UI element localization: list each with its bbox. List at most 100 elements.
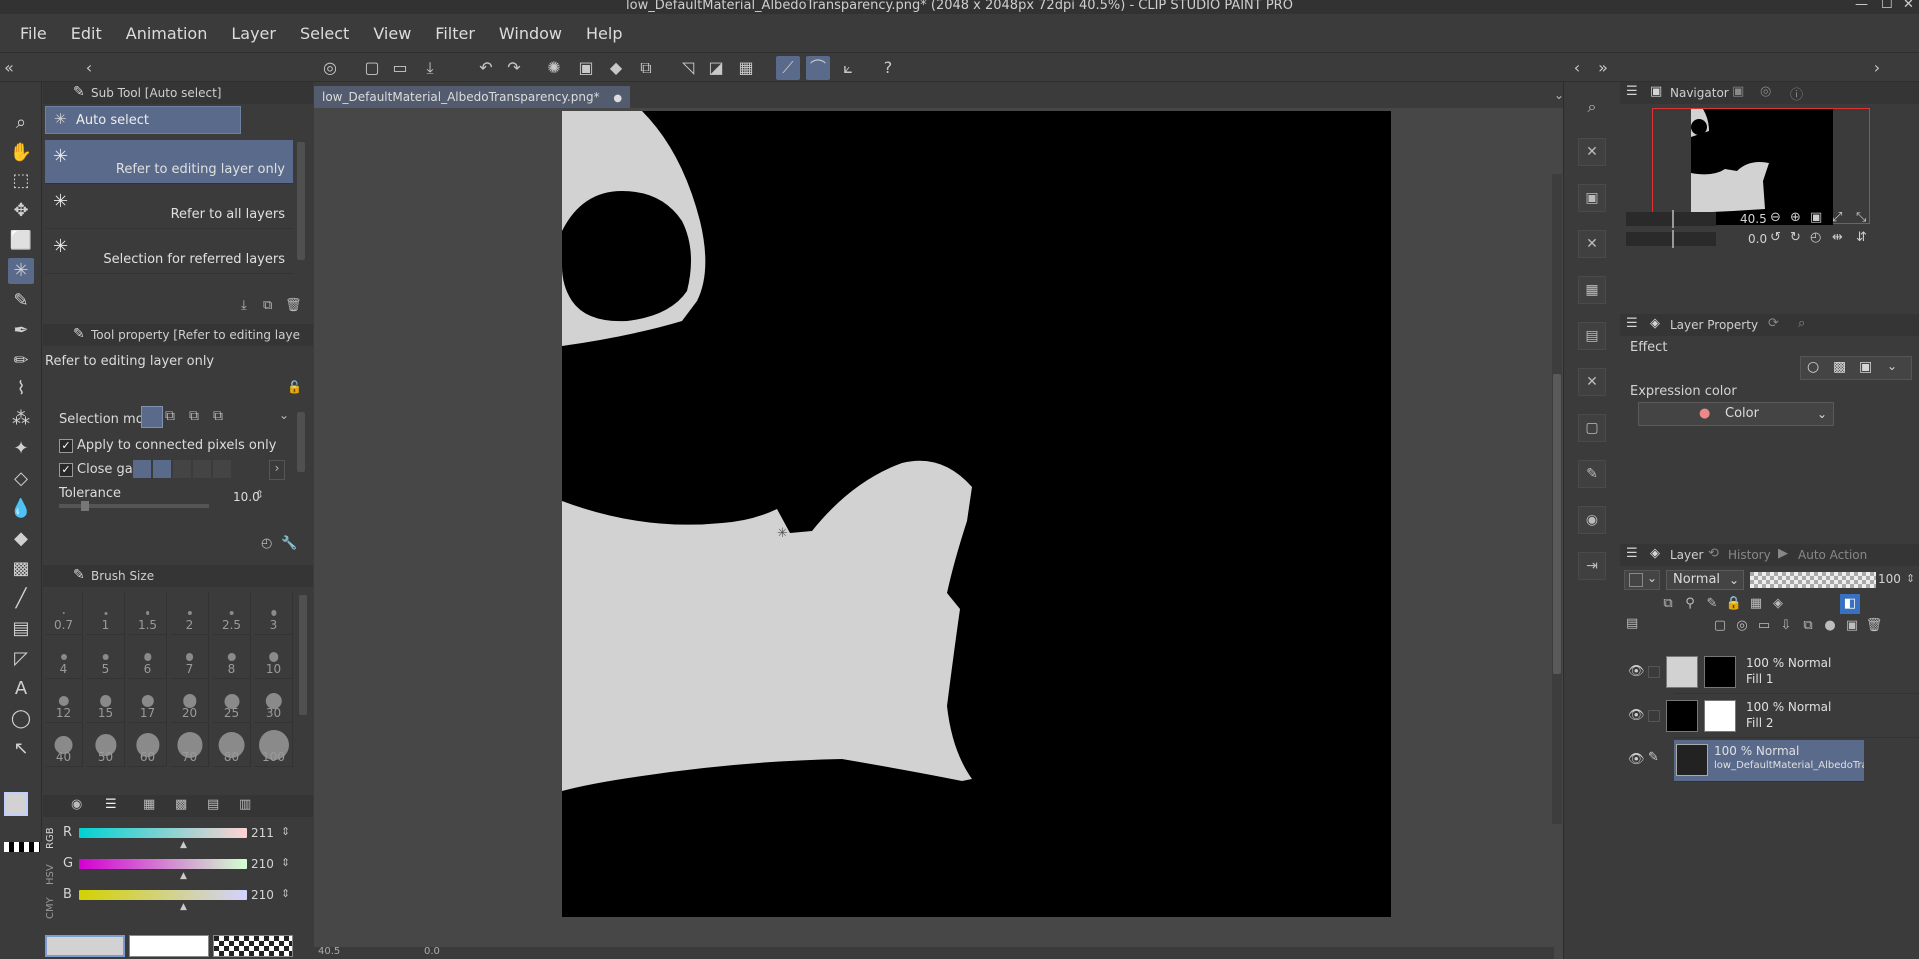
chevron-left-icon[interactable]: ‹	[82, 56, 96, 80]
material-image-icon[interactable]: ▤	[1578, 322, 1606, 350]
brush-size-preset[interactable]: 20	[171, 679, 209, 723]
operation-tool-icon[interactable]: ⬚	[8, 168, 34, 194]
sub-color-chip[interactable]	[129, 935, 209, 957]
balloon-tool-icon[interactable]: ◯	[8, 706, 34, 732]
menu-icon[interactable]: ☰	[1626, 84, 1638, 99]
rgb-tab[interactable]: RGB	[45, 827, 56, 849]
navigator-title[interactable]: Navigator	[1670, 86, 1729, 100]
sub-tool-item[interactable]: ✳ Refer to all layers	[45, 185, 293, 229]
brush-size-preset[interactable]: 80	[213, 723, 251, 767]
opacity-slider[interactable]	[1750, 572, 1876, 588]
brush-size-preset[interactable]: 50	[87, 723, 125, 767]
intermediate-color-tab-icon[interactable]: ▩	[175, 797, 187, 812]
flip-vertical-icon[interactable]: ⇵	[1856, 230, 1867, 245]
navigator-rotate-value[interactable]: 0.0	[1748, 232, 1767, 246]
reset-rotation-icon[interactable]: ◴	[1810, 230, 1821, 245]
eraser-tool-icon[interactable]: ◇	[8, 466, 34, 492]
vertical-scrollbar[interactable]	[1552, 174, 1562, 824]
menu-filter[interactable]: Filter	[423, 24, 487, 43]
g-slider-marker[interactable]: ▲	[180, 871, 187, 881]
new-folder-icon[interactable]: ▭	[1754, 616, 1774, 636]
approx-color-tab-icon[interactable]: ▤	[207, 797, 219, 812]
brush-size-preset[interactable]: 4	[45, 635, 83, 679]
material-manga-icon[interactable]: ✕	[1578, 368, 1606, 396]
layer-color-palette-icon[interactable]: ◧	[1840, 594, 1860, 614]
snap-special-icon[interactable]: ◪	[704, 56, 728, 80]
actual-size-icon[interactable]: ▣	[1810, 210, 1822, 225]
brush-size-preset[interactable]: 100	[255, 723, 293, 767]
sub-tool-scrollbar[interactable]	[297, 142, 305, 260]
enable-mask-icon[interactable]: ◈	[1768, 594, 1788, 614]
transform-icon[interactable]: ⧉	[634, 56, 658, 80]
copy-sub-tool-icon[interactable]: ⧉	[263, 298, 272, 313]
close-gap-checkbox[interactable]: ✓	[59, 462, 73, 477]
zoom-status[interactable]: 40.5	[318, 946, 340, 957]
b-slider-marker[interactable]: ▲	[180, 902, 187, 912]
spin-icon[interactable]: ⇕	[281, 825, 290, 838]
pen-tool-icon[interactable]: ✒	[8, 318, 34, 344]
reference-layer-icon[interactable]: ⚲	[1680, 594, 1700, 614]
rotate-left-icon[interactable]: ↺	[1770, 230, 1781, 245]
brush-size-preset[interactable]: 10	[255, 635, 293, 679]
save-icon[interactable]: ⤓	[418, 56, 442, 80]
transfer-lower-icon[interactable]: ⇩	[1776, 616, 1796, 636]
document-tab[interactable]: low_DefaultMaterial_AlbedoTransparency.p…	[314, 86, 631, 108]
blend-mode-select[interactable]: Normal ⌄	[1666, 570, 1744, 590]
new-vector-layer-icon[interactable]: ◎	[1732, 616, 1752, 636]
material-pattern-icon[interactable]: ▦	[1578, 276, 1606, 304]
minimize-button[interactable]: —	[1855, 0, 1868, 12]
new-file-icon[interactable]: ▢	[360, 56, 384, 80]
color-history-tab-icon[interactable]: ▥	[239, 797, 251, 812]
r-value[interactable]: 211	[251, 826, 274, 840]
chevron-down-icon[interactable]: ⌄	[279, 408, 289, 422]
brush-size-preset[interactable]: 8	[213, 635, 251, 679]
menu-edit[interactable]: Edit	[59, 24, 114, 43]
settings-icon[interactable]: 🔧	[281, 536, 297, 551]
fill-tool-icon[interactable]: ◆	[8, 526, 34, 552]
visibility-eye-icon[interactable]: 👁	[1628, 752, 1645, 767]
menu-help[interactable]: Help	[574, 24, 634, 43]
blend-tool-icon[interactable]: 💧	[8, 496, 34, 522]
transparent-color-chip[interactable]	[213, 935, 293, 957]
clear-selection-icon[interactable]: ✺	[542, 56, 566, 80]
lock-transparent-icon[interactable]: ▦	[1746, 594, 1766, 614]
brush-size-preset[interactable]: 17	[129, 679, 167, 723]
brush-size-preset[interactable]: 2	[171, 591, 209, 635]
draft-layer-icon[interactable]: ✎	[1702, 594, 1722, 614]
menu-icon[interactable]: ☰	[1626, 546, 1638, 561]
reset-icon[interactable]: ◴	[261, 536, 272, 551]
open-folder-icon[interactable]: ▭	[388, 56, 412, 80]
blend-lock-select[interactable]: ⌄	[1624, 570, 1660, 590]
redo-icon[interactable]: ↷	[502, 56, 526, 80]
material-3d-icon[interactable]: ▢	[1578, 414, 1606, 442]
visibility-eye-icon[interactable]: 👁	[1628, 664, 1645, 679]
layer-row[interactable]: 👁 ✎ 100 % Normal low_DefaultMaterial_Alb…	[1628, 740, 1864, 782]
main-color-swatch[interactable]	[4, 792, 28, 816]
search-layer-tab-icon[interactable]: ⌕	[1798, 316, 1805, 331]
information-tab-icon[interactable]: ◎	[1760, 84, 1771, 99]
visibility-eye-icon[interactable]: 👁	[1628, 708, 1645, 723]
ruler-tool-icon[interactable]: ◸	[8, 646, 34, 672]
tool-property-scrollbar[interactable]	[297, 412, 305, 472]
auto-select-tool-icon[interactable]: ✳	[8, 258, 34, 284]
zoom-tool-icon[interactable]: ⌕	[8, 110, 34, 136]
pen-edit-icon[interactable]: ✎	[1648, 750, 1659, 765]
g-value[interactable]: 210	[251, 857, 274, 871]
cmy-tab[interactable]: CMY	[45, 897, 56, 919]
pressure-icon[interactable]: ⟀	[836, 56, 860, 80]
fill-icon[interactable]: ◆	[604, 56, 628, 80]
brush-size-preset[interactable]: 5	[87, 635, 125, 679]
brush-size-preset[interactable]: 25	[213, 679, 251, 723]
layer-row[interactable]: 👁 100 % Normal Fill 2	[1628, 696, 1919, 738]
maximize-button[interactable]: ☐	[1881, 0, 1893, 12]
menu-window[interactable]: Window	[487, 24, 574, 43]
navigator-zoom-value[interactable]: 40.5	[1740, 212, 1767, 226]
sub-tool-menu-icon[interactable]: ⤓	[241, 298, 247, 313]
sub-view-tab-icon[interactable]: ▣	[1732, 84, 1744, 99]
invert-selection-icon[interactable]: ▣	[574, 56, 598, 80]
brush-size-preset[interactable]: 7	[171, 635, 209, 679]
spin-icon[interactable]: ⇕	[281, 887, 290, 900]
menu-icon[interactable]: ☰	[1626, 316, 1638, 331]
delete-sub-tool-icon[interactable]: 🗑	[285, 298, 302, 313]
add-selection-icon[interactable]: ⧉	[165, 408, 175, 424]
